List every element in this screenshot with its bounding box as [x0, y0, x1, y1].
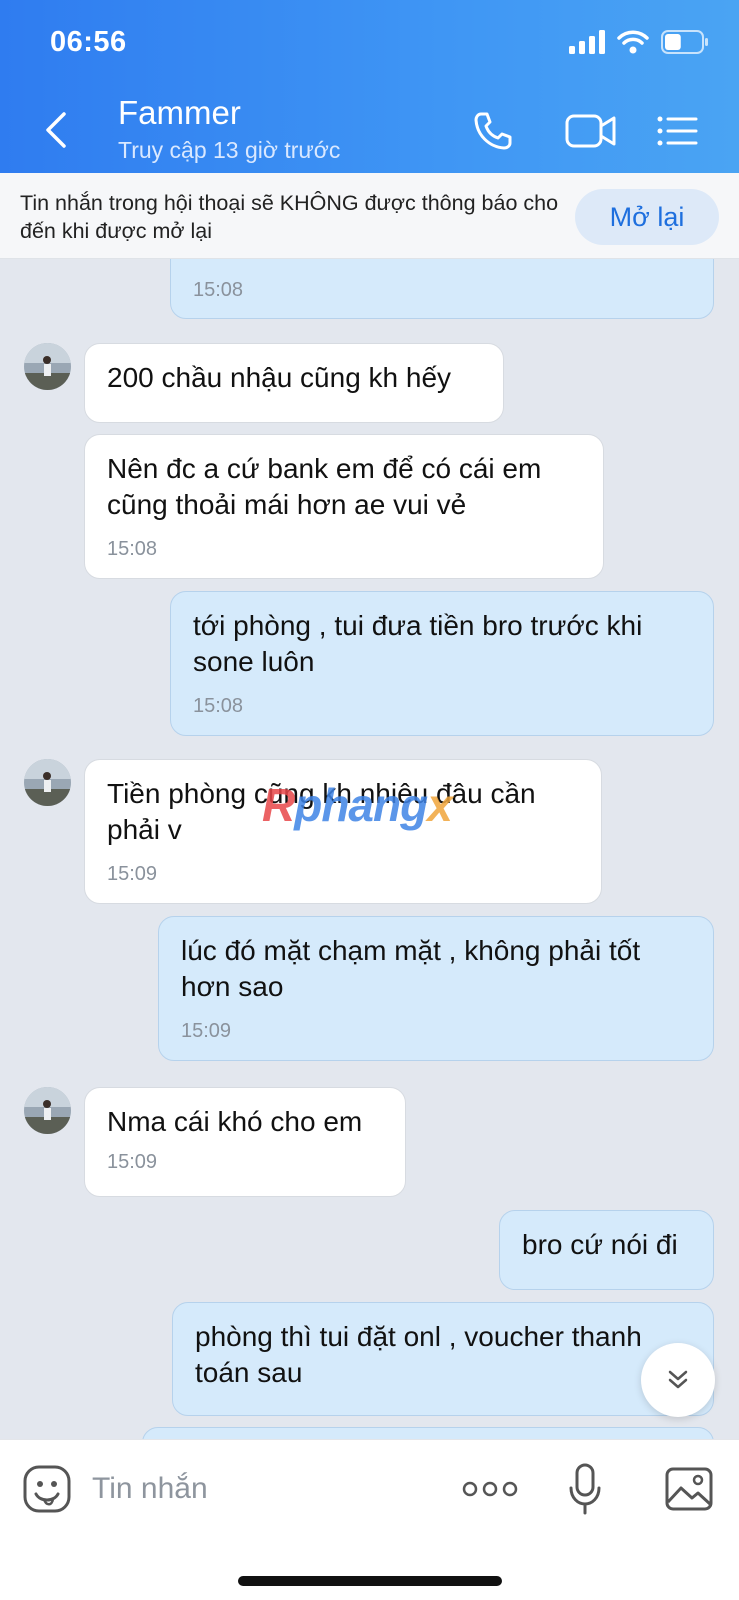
voice-call-button[interactable] — [468, 106, 518, 156]
status-icons — [569, 30, 709, 54]
wifi-icon — [617, 30, 649, 54]
avatar-photo — [24, 759, 71, 806]
message-bubble-outgoing[interactable]: lúc đó mặt chạm mặt , không phải tốt hơn… — [158, 916, 714, 1061]
avatar-photo — [24, 1087, 71, 1134]
last-seen-status: Truy cập 13 giờ trước — [118, 137, 341, 163]
message-bubble-incoming[interactable]: 200 chầu nhậu cũng kh hếy — [84, 343, 504, 423]
avatar[interactable] — [24, 759, 71, 806]
signal-icon — [569, 30, 605, 54]
battery-icon — [661, 30, 708, 54]
message-bubble-outgoing[interactable]: phòng thì tui đặt onl , voucher thanh to… — [172, 1302, 714, 1416]
message-text: Nma cái khó cho em — [107, 1106, 363, 1137]
message-time: 15:08 — [193, 695, 244, 717]
message-bubble-incoming[interactable]: Nên đc a cứ bank em để có cái em cũng th… — [84, 434, 604, 579]
message-text: Nên đc a cứ bank em để có cái em cũng th… — [107, 453, 542, 520]
avatar[interactable] — [24, 1087, 71, 1134]
message-bubble-outgoing[interactable]: bro cứ nói đi — [499, 1210, 714, 1290]
message-text: phòng thì tui đặt onl , voucher thanh to… — [195, 1321, 642, 1388]
menu-button[interactable] — [652, 106, 702, 156]
microphone-icon — [569, 1463, 601, 1515]
avatar-photo — [24, 343, 71, 390]
video-call-button[interactable] — [562, 106, 620, 156]
image-gallery-icon — [665, 1467, 713, 1511]
sticker-emoji-icon — [23, 1465, 71, 1513]
message-bubble-incoming[interactable]: Tiền phòng cũng kh nhiêu đâu cần phải v … — [84, 759, 602, 904]
contact-name[interactable]: Fammer — [118, 94, 241, 132]
mute-notice-text: Tin nhắn trong hội thoại sẽ KHÔNG được t… — [20, 191, 559, 243]
message-text: tới phòng , tui đưa tiền bro trước khi s… — [193, 610, 643, 677]
mute-notice-bar: Tin nhắn trong hội thoại sẽ KHÔNG được t… — [0, 173, 739, 259]
message-input[interactable] — [92, 1462, 422, 1516]
message-text: 200 chầu nhậu cũng kh hếy — [107, 362, 452, 393]
more-dots-icon — [462, 1481, 518, 1497]
message-bubble-outgoing[interactable] — [142, 1427, 714, 1439]
double-chevron-down-icon — [668, 1370, 688, 1389]
video-call-icon — [565, 114, 616, 148]
scroll-to-bottom-button[interactable] — [641, 1343, 715, 1417]
message-text: lúc đó mặt chạm mặt , không phải tốt hơn… — [181, 935, 641, 1002]
home-indicator — [238, 1576, 502, 1586]
message-time: 15:08 — [193, 279, 244, 301]
message-time: 15:09 — [181, 1020, 232, 1042]
message-bubble-outgoing[interactable]: tới phòng , tui đưa tiền bro trước khi s… — [170, 591, 714, 736]
menu-list-icon — [657, 116, 698, 146]
avatar[interactable] — [24, 343, 71, 390]
message-time: 15:09 — [107, 863, 158, 885]
message-time: 15:08 — [107, 538, 158, 560]
more-options-button[interactable] — [462, 1474, 518, 1504]
voice-message-button[interactable] — [568, 1462, 602, 1516]
back-icon — [46, 112, 66, 148]
send-image-button[interactable] — [664, 1464, 714, 1514]
message-bubble-outgoing[interactable]: 15:08 — [170, 259, 714, 319]
message-composer — [0, 1439, 739, 1600]
emoji-button[interactable] — [22, 1464, 72, 1514]
phone-icon — [474, 112, 512, 150]
chat-header: 06:56 Fammer Truy cập 13 giờ trước — [0, 0, 739, 173]
message-text: Tiền phòng cũng kh nhiêu đâu cần phải v — [107, 778, 536, 845]
message-list[interactable]: 15:08 200 chầu nhậu cũng kh hếy Nên đc a… — [0, 259, 739, 1439]
back-button[interactable] — [40, 108, 74, 152]
message-time: 15:09 — [107, 1151, 158, 1173]
message-bubble-incoming[interactable]: Nma cái khó cho em 15:09 — [84, 1087, 406, 1197]
reopen-notifications-button[interactable]: Mở lại — [575, 189, 719, 245]
status-time: 06:56 — [50, 26, 127, 58]
message-text: bro cứ nói đi — [522, 1229, 678, 1260]
